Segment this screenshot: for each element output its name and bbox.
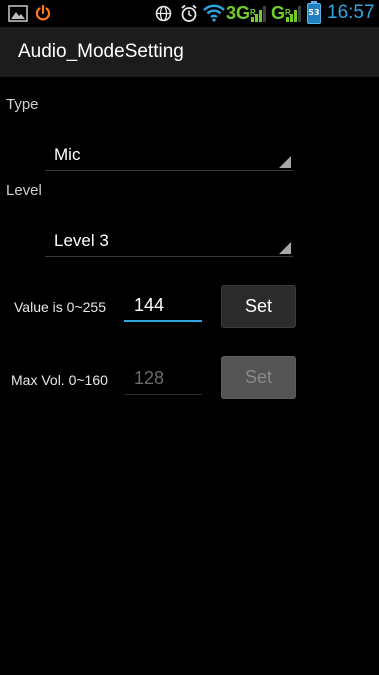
power-icon [34, 4, 52, 22]
dropdown-arrow-icon [279, 156, 291, 168]
dropdown-arrow-icon [279, 242, 291, 254]
signal-icon [250, 6, 268, 22]
level-spinner[interactable]: Level 3 [45, 229, 293, 257]
status-clock: 16:57 [327, 2, 375, 23]
signal-icon [286, 6, 302, 22]
value-input[interactable]: 144 [124, 292, 202, 322]
page-title: Audio_ModeSetting [18, 41, 184, 62]
wifi-icon [203, 4, 225, 22]
globe-icon [155, 5, 172, 22]
max-vol-input[interactable]: 128 [124, 365, 202, 395]
type-spinner[interactable]: Mic [45, 143, 293, 171]
level-spinner-value: Level 3 [54, 231, 109, 250]
battery-level: 53 [308, 8, 320, 17]
max-vol-set-button[interactable]: Set [221, 356, 296, 399]
value-range-label: Value is 0~255 [14, 299, 106, 315]
alarm-icon [180, 4, 198, 23]
max-vol-range-label: Max Vol. 0~160 [11, 372, 108, 388]
value-set-button[interactable]: Set [221, 285, 296, 328]
image-icon [8, 5, 28, 22]
type-label: Type [6, 96, 39, 113]
level-label: Level [6, 182, 42, 199]
type-spinner-value: Mic [54, 145, 81, 164]
